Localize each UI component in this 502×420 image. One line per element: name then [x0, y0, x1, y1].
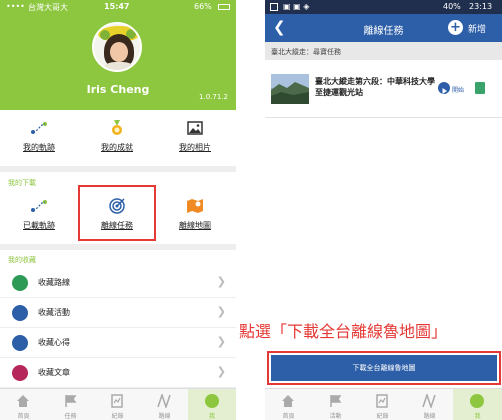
chevron-right-icon: ❯	[216, 365, 226, 378]
section-divider	[0, 166, 236, 172]
route-icon	[31, 200, 47, 212]
route-icon	[31, 122, 47, 134]
right-phone-screen: ▣ ▣ ◈ 40% 23:13 ❮ 離線任務 + 新增 臺北大縱走：尋寶任務 臺…	[265, 0, 502, 420]
downloads-section-title: 我的下載	[8, 179, 36, 187]
favorite-notes[interactable]: 收藏心得 ❯	[0, 328, 236, 358]
instruction-annotation: 點選「下載全台離線魯地圖」	[239, 322, 448, 341]
tab-records[interactable]: 紀錄	[359, 389, 406, 420]
tab-activities[interactable]: 活動	[312, 389, 359, 420]
task-item[interactable]: 臺北大縱走第六段：中華科技大學至捷運觀光站 開始	[265, 60, 502, 118]
record-icon	[376, 394, 388, 408]
profile-header: •••• 台灣大哥大 15:47 66% Iris Cheng 1.0.71.2	[0, 0, 236, 110]
menu-my-achievements[interactable]: 我的成就	[78, 112, 156, 162]
add-icon[interactable]: +	[448, 20, 463, 35]
home-icon	[17, 395, 29, 407]
chevron-right-icon: ❯	[216, 335, 226, 348]
add-button[interactable]: 新增	[468, 22, 486, 35]
top-menu: 我的軌跡 我的成就 我的相片	[0, 112, 236, 162]
photo-icon	[187, 121, 203, 135]
left-phone-screen: •••• 台灣大哥大 15:47 66% Iris Cheng 1.0.71.2…	[0, 0, 236, 420]
tab-me[interactable]: 我	[188, 389, 236, 420]
notes-icon	[12, 335, 28, 351]
start-button[interactable]: 開始	[452, 85, 464, 94]
page-title: 離線任務	[363, 26, 404, 37]
notification-icons: ▣ ▣ ◈	[283, 2, 310, 11]
trash-icon[interactable]	[475, 82, 485, 94]
tab-home[interactable]: 首頁	[265, 389, 312, 420]
route-icon	[157, 394, 171, 408]
status-bar: •••• 台灣大哥大 15:47 66%	[0, 0, 236, 14]
section-divider	[0, 244, 236, 250]
tab-me[interactable]: 我	[453, 389, 502, 420]
record-icon	[111, 394, 123, 408]
article-icon	[12, 365, 28, 381]
play-icon[interactable]	[438, 82, 450, 94]
flag-icon	[330, 395, 342, 407]
time-label: 15:47	[104, 2, 130, 11]
menu-my-tracks[interactable]: 我的軌跡	[0, 112, 78, 162]
battery-icon	[218, 4, 230, 10]
header: ❮ 離線任務 + 新增	[265, 14, 502, 42]
favorite-articles[interactable]: 收藏文章 ❯	[0, 358, 236, 388]
battery-label: 66%	[194, 2, 212, 11]
status-bar: ▣ ▣ ◈ 40% 23:13	[265, 0, 502, 14]
task-thumbnail	[271, 74, 309, 104]
hiker-icon	[12, 305, 28, 321]
tab-tasks[interactable]: 任務	[47, 389, 94, 420]
signal-icon: ••••	[6, 2, 25, 11]
app-version: 1.0.71.2	[199, 93, 228, 101]
chevron-right-icon: ❯	[216, 305, 226, 318]
time-label: 23:13	[469, 2, 493, 11]
tab-bar: 首頁 活動 紀錄 路線 我	[265, 388, 502, 420]
map-icon	[187, 199, 203, 213]
carrier-label: 台灣大哥大	[28, 3, 68, 12]
offline-tasks-highlight	[78, 185, 156, 241]
tab-records[interactable]: 紀錄	[94, 389, 141, 420]
chevron-right-icon: ❯	[216, 275, 226, 288]
breadcrumb: 臺北大縱走：尋寶任務	[265, 42, 502, 60]
tab-routes[interactable]: 路線	[406, 389, 453, 420]
favorite-activities[interactable]: 收藏活動 ❯	[0, 298, 236, 328]
favorites-section-title: 我的收藏	[8, 256, 36, 264]
me-icon	[470, 394, 484, 408]
flag-icon	[65, 395, 77, 407]
download-all-highlight	[267, 351, 501, 385]
signpost-icon	[12, 275, 28, 291]
tab-home[interactable]: 首頁	[0, 389, 47, 420]
home-icon	[282, 395, 294, 407]
avatar[interactable]	[92, 22, 142, 72]
route-icon	[422, 394, 436, 408]
medal-icon	[112, 120, 122, 135]
tab-bar: 首頁 任務 紀錄 路線 我	[0, 388, 236, 420]
notification-icon	[270, 3, 278, 11]
task-title: 臺北大縱走第六段：中華科技大學至捷運觀光站	[315, 77, 435, 97]
menu-downloaded-tracks[interactable]: 已載軌跡	[0, 190, 78, 240]
tab-routes[interactable]: 路線	[141, 389, 188, 420]
menu-my-photos[interactable]: 我的相片	[156, 112, 234, 162]
me-icon	[205, 394, 219, 408]
battery-label: 40%	[443, 2, 461, 11]
favorite-routes[interactable]: 收藏路線 ❯	[0, 268, 236, 298]
menu-offline-maps[interactable]: 離線地圖	[156, 190, 234, 240]
